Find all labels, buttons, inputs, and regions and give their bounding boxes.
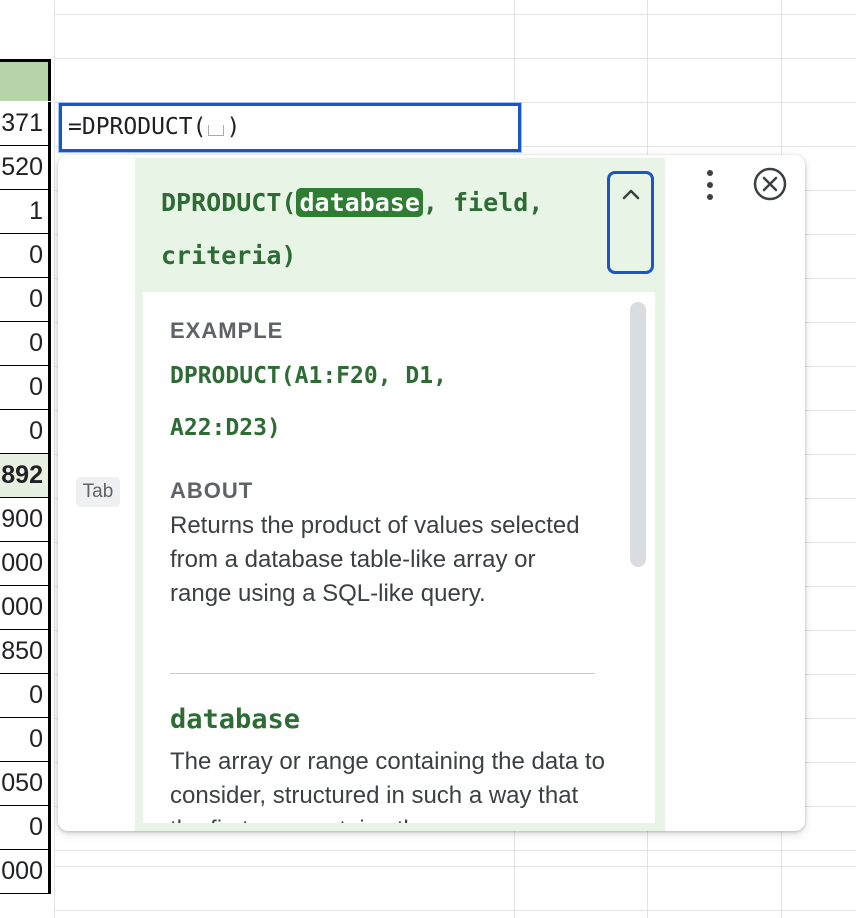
formula-text: =DPRODUCT(	[68, 114, 207, 140]
about-description: Returns the product of values selected f…	[170, 512, 580, 607]
example-formula: DPRODUCT(A1:F20, D1, A22:D23)	[170, 350, 500, 454]
cell[interactable]: 050	[0, 762, 51, 806]
function-signature: DPRODUCT(database, field, criteria)	[161, 176, 581, 282]
formula-text-closing: )	[226, 114, 241, 140]
cell[interactable]: 520	[0, 146, 51, 190]
cell[interactable]: 0	[0, 278, 51, 322]
help-content[interactable]: EXAMPLE DPRODUCT(A1:F20, D1, A22:D23) ABO…	[143, 292, 655, 823]
signature-active-argument: database	[296, 188, 423, 217]
formula-cell-editor[interactable]: =DPRODUCT()	[59, 103, 521, 152]
close-circle-icon[interactable]	[752, 166, 788, 202]
cell[interactable]: 0	[0, 806, 51, 850]
column-cells: 371 520 1 0 0 0 0 0 892 900 000 000 850 …	[0, 59, 54, 918]
column-header-cell[interactable]	[0, 59, 51, 101]
example-line: DPRODUCT(A1:F20, D1,	[170, 363, 447, 389]
cell[interactable]: 000	[0, 586, 51, 630]
more-vert-icon[interactable]	[706, 169, 714, 201]
about-label: ABOUT	[170, 478, 254, 503]
cell[interactable]: 0	[0, 234, 51, 278]
cell[interactable]: 0	[0, 366, 51, 410]
collapse-help-button[interactable]	[607, 171, 654, 274]
cell[interactable]: 0	[0, 410, 51, 454]
signature-last-argument: criteria)	[161, 241, 297, 270]
tab-key-hint: Tab	[76, 477, 120, 507]
cell-subtotal[interactable]: 892	[0, 454, 51, 498]
cell[interactable]: 900	[0, 498, 51, 542]
parameter-name: database	[170, 704, 301, 735]
cell[interactable]: 371	[0, 102, 51, 146]
cell[interactable]: 0	[0, 674, 51, 718]
cell[interactable]: 850	[0, 630, 51, 674]
argument-placeholder-icon	[208, 125, 225, 136]
chevron-up-icon	[622, 189, 640, 200]
function-help-popup: Tab DPRODUCT(database, field, criteria) E…	[58, 155, 805, 831]
example-label: EXAMPLE	[170, 318, 284, 343]
cell[interactable]: 000	[0, 850, 51, 894]
cell[interactable]: 0	[0, 718, 51, 762]
cell[interactable]: 000	[0, 542, 51, 586]
signature-function-name: DPRODUCT(	[161, 188, 297, 217]
help-scrollbar[interactable]	[630, 302, 646, 567]
signature-other-arguments: , field,	[422, 188, 544, 217]
cell[interactable]: 0	[0, 322, 51, 366]
example-line: A22:D23)	[170, 415, 281, 441]
section-divider	[170, 673, 595, 674]
cell[interactable]: 1	[0, 190, 51, 234]
parameter-description: The array or range containing the data t…	[170, 748, 605, 823]
function-help-panel: DPRODUCT(database, field, criteria) EXAMP…	[135, 158, 665, 831]
